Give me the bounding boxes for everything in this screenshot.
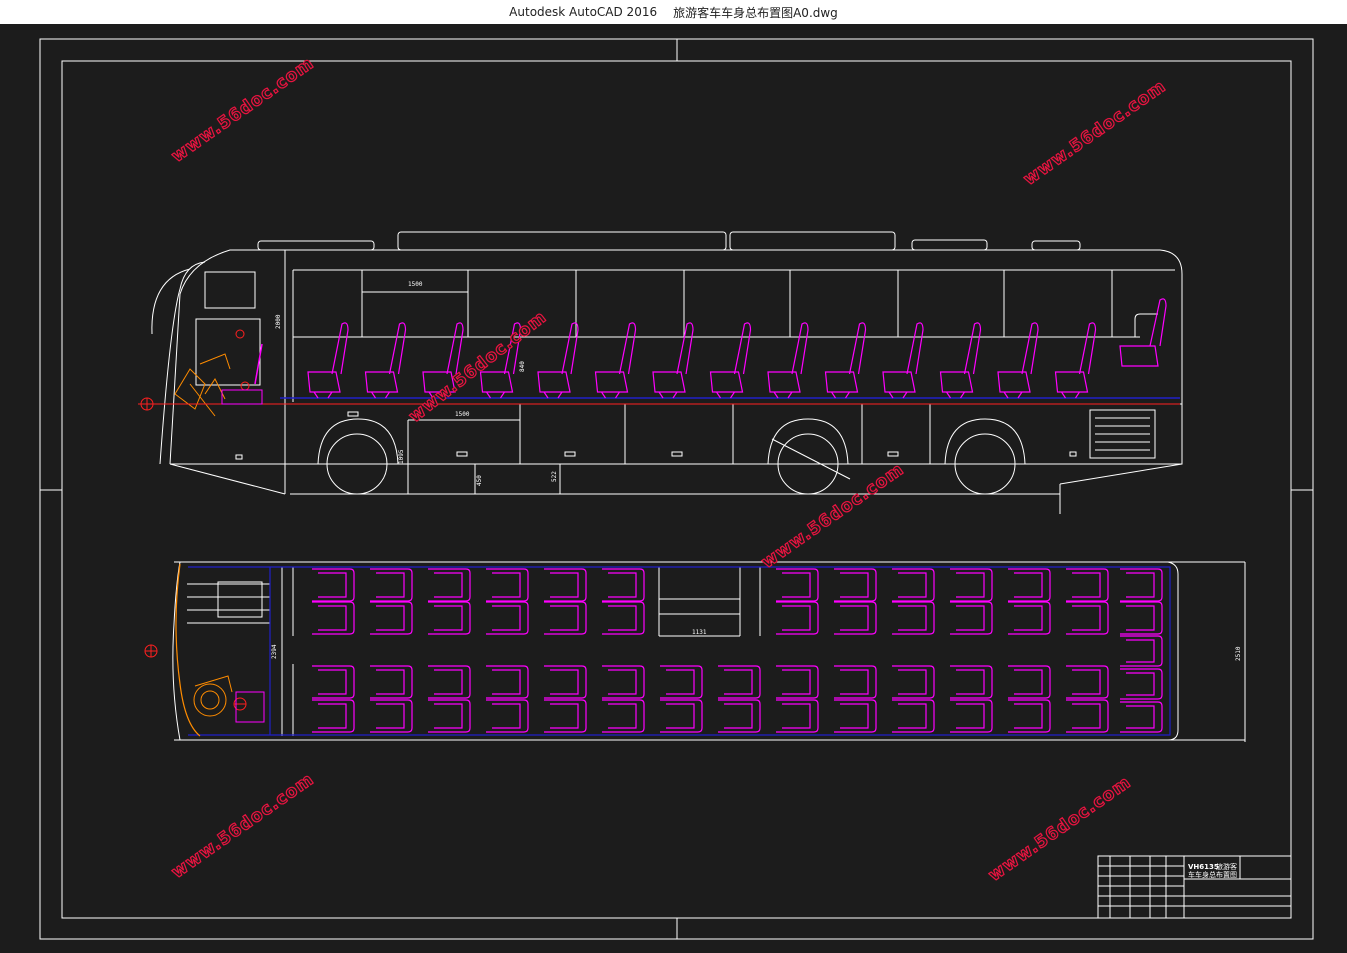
side-seat (537, 322, 579, 399)
top-seat (1120, 668, 1163, 700)
top-seat (834, 568, 877, 602)
top-seat (428, 699, 471, 733)
side-seat (1054, 322, 1097, 399)
top-seat (370, 665, 413, 699)
side-seat (594, 322, 637, 399)
sheet-frame (39, 38, 1314, 940)
side-seat (364, 322, 407, 399)
top-seat (370, 601, 413, 635)
top-seat (776, 665, 819, 699)
top-seat (428, 568, 471, 602)
top-seat (602, 699, 645, 733)
top-seat (1066, 699, 1109, 733)
outer-border (39, 38, 1314, 940)
side-seat (824, 322, 867, 399)
top-seat (718, 699, 761, 733)
top-seat (776, 699, 819, 733)
dim-2000: 2000 (275, 314, 282, 329)
title-name-2: 车车身总布置图 (1188, 870, 1237, 879)
top-seat (544, 665, 587, 699)
top-seat (950, 568, 993, 602)
top-seat (312, 568, 355, 602)
top-seat (312, 665, 355, 699)
dim-2510: 2510 (1235, 646, 1242, 661)
top-seat (1008, 699, 1051, 733)
top-seat (776, 568, 819, 602)
rear-wheel-arch (944, 418, 1026, 465)
dim-840: 840 (519, 361, 526, 372)
top-seat (544, 699, 587, 733)
top-seat (370, 699, 413, 733)
dim-1500-mid: 1500 (455, 411, 470, 418)
title-block: VH6135 旅游客 车车身总布置图 (1097, 855, 1292, 919)
top-seat (1066, 601, 1109, 635)
top-seat (834, 699, 877, 733)
body-outline (169, 249, 1183, 465)
top-seat (544, 601, 587, 635)
dim-1095: 1095 (398, 449, 405, 464)
top-seat (370, 568, 413, 602)
top-seat (1120, 701, 1163, 733)
title-model: VH6135 (1188, 863, 1219, 871)
top-seat (950, 699, 993, 733)
top-seat (544, 568, 587, 602)
title-name-1: 旅游客 (1216, 862, 1237, 871)
top-seat (602, 601, 645, 635)
side-seat (652, 322, 694, 399)
top-seat (312, 601, 355, 635)
mirror-arm (151, 268, 191, 335)
dim-450: 450 (476, 475, 483, 486)
top-seat (1120, 568, 1163, 602)
top-seat (718, 665, 761, 699)
side-view: 1500 2000 840 1500 1095 450 522 (138, 231, 1183, 514)
top-seat (834, 601, 877, 635)
side-seat (939, 322, 982, 399)
app-name: Autodesk AutoCAD 2016 (509, 5, 658, 19)
top-seat (428, 601, 471, 635)
side-seat (709, 322, 752, 399)
top-seat (1120, 635, 1163, 667)
top-seat (602, 665, 645, 699)
side-seat (1119, 298, 1167, 367)
top-seat (1008, 601, 1051, 635)
top-view: 1131 2394 2510 (144, 561, 1246, 742)
front-cap (159, 261, 206, 465)
top-seat (892, 568, 935, 602)
top-seats (312, 568, 1163, 733)
side-seats (307, 298, 1167, 399)
top-seat (1008, 665, 1051, 699)
top-seat (834, 665, 877, 699)
cad-drawing[interactable]: 1500 2000 840 1500 1095 450 522 1131 239… (0, 24, 1347, 953)
top-seat (486, 601, 529, 635)
top-seat (1066, 665, 1109, 699)
top-seat (892, 699, 935, 733)
top-seat (950, 601, 993, 635)
top-seat (1066, 568, 1109, 602)
dim-2394: 2394 (271, 644, 278, 659)
dim-1500-top: 1500 (408, 281, 423, 288)
top-seat (892, 601, 935, 635)
top-seat (776, 601, 819, 635)
file-name: 旅游客车车身总布置图A0.dwg (673, 5, 838, 20)
top-seat (602, 568, 645, 602)
top-seat (950, 665, 993, 699)
top-seat (486, 699, 529, 733)
top-seat (428, 665, 471, 699)
top-seat (660, 665, 703, 699)
top-seat (486, 665, 529, 699)
top-body-outline (172, 561, 1179, 741)
dim-1131: 1131 (692, 629, 707, 636)
top-seat (1008, 568, 1051, 602)
top-seat (892, 665, 935, 699)
top-seat (312, 699, 355, 733)
window-title-bar: Autodesk AutoCAD 2016 旅游客车车身总布置图A0.dwg (0, 0, 1347, 25)
top-seat (486, 568, 529, 602)
side-seat (307, 322, 349, 399)
top-seat (660, 699, 703, 733)
top-seat (1120, 601, 1163, 635)
side-seat (882, 322, 924, 399)
drawing-canvas[interactable]: 1500 2000 840 1500 1095 450 522 1131 239… (0, 24, 1347, 953)
side-seat (767, 322, 809, 399)
dim-522: 522 (551, 471, 558, 482)
